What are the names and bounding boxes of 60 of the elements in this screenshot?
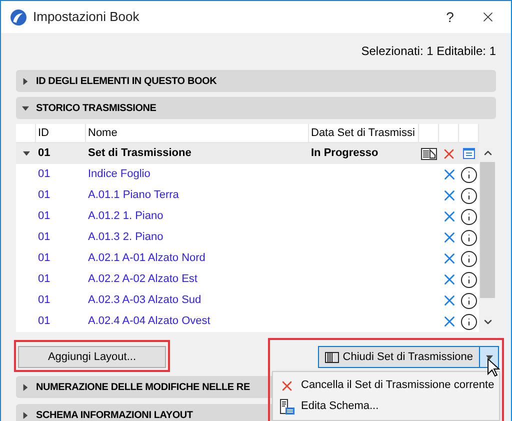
group-row[interactable]: 01 Set di Trasmissione In Progresso <box>16 143 480 164</box>
section-header[interactable]: ID DEGLI ELEMENTI IN QUESTO BOOK <box>16 70 496 92</box>
section-title: ID DEGLI ELEMENTI IN QUESTO BOOK <box>36 74 217 88</box>
section-header[interactable]: STORICO TRASMISSIONE <box>16 97 496 119</box>
table-row[interactable]: 01 A.02.3 A-03 Alzato Sud <box>16 290 480 311</box>
add-layout-button[interactable]: Aggiungi Layout... <box>18 346 166 368</box>
table-row[interactable]: 01 A.01.1 Piano Terra <box>16 185 480 206</box>
table-cell-text: In Progresso <box>310 146 380 162</box>
table-cell-text: Set di Trasmissione <box>87 146 192 162</box>
table-cell-text: 01 <box>37 314 52 330</box>
mouse-cursor-icon <box>487 358 500 377</box>
close-set-split-button[interactable]: Chiudi Set di Trasmissione <box>318 346 499 368</box>
table-cell-text: A.02.3 A-03 Alzato Sud <box>87 293 202 308</box>
menu-item[interactable]: Edita Schema... <box>273 396 499 417</box>
info-icon[interactable] <box>460 312 478 330</box>
column-header[interactable]: Nome <box>86 124 309 142</box>
table-cell-text: A.01.1 Piano Terra <box>87 188 180 204</box>
section-title: NUMERAZIONE DELLE MODIFICHE NELLE RE <box>36 380 250 394</box>
table-cell-text: A.02.4 A-04 Alzato Ovest <box>87 314 212 330</box>
table-cell-text: A.01.3 2. Piano <box>87 230 164 246</box>
section-title: STORICO TRASMISSIONE <box>36 102 156 116</box>
table-row[interactable]: 01 A.02.4 A-04 Alzato Ovest <box>16 311 480 332</box>
table-cell-text: 01 <box>37 188 52 204</box>
table-row[interactable]: 01 A.01.2 1. Piano <box>16 206 480 227</box>
table-cell-text: 01 <box>37 167 52 182</box>
column-header[interactable]: Data Set di Trasmissi <box>309 124 419 142</box>
list-icon[interactable] <box>463 148 475 159</box>
info-icon[interactable] <box>460 166 478 184</box>
table-cell-text: 01 <box>37 146 52 162</box>
table-cell-text: 01 <box>37 209 52 224</box>
table-row[interactable]: 01 A.01.3 2. Piano <box>16 227 480 248</box>
section-title: SCHEMA INFORMAZIONI LAYOUT <box>36 408 193 421</box>
info-icon[interactable] <box>460 292 478 310</box>
window-title: Impostazioni Book <box>33 8 140 26</box>
close-set-button[interactable]: Chiudi Set di Trasmissione <box>318 347 479 367</box>
table-cell-text: 01 <box>37 293 52 308</box>
table-cell-text: A.01.2 1. Piano <box>87 209 164 224</box>
info-icon[interactable] <box>460 208 478 226</box>
table-cell-text: Indice Foglio <box>87 167 152 182</box>
column-header[interactable]: ID <box>36 124 86 142</box>
scroll-thumb[interactable] <box>480 162 496 298</box>
table-row[interactable]: 01 A.02.1 A-01 Alzato Nord <box>16 248 480 269</box>
table-cell-text: 01 <box>37 251 52 266</box>
table-cell-text: 01 <box>37 230 52 246</box>
selection-info: Selezionati: 1 Editabile: 1 <box>361 44 496 59</box>
info-icon[interactable] <box>460 228 478 246</box>
info-icon[interactable] <box>460 250 478 268</box>
sheet-icon[interactable] <box>421 148 437 160</box>
info-icon[interactable] <box>460 270 478 288</box>
app-logo-icon <box>10 8 27 26</box>
columns-icon <box>324 352 339 362</box>
table-cell-text: 01 <box>37 272 52 288</box>
menu-item[interactable]: Cancella il Set di Trasmissione corrente <box>273 375 499 396</box>
table-row[interactable]: 01 Indice Foglio <box>16 164 480 185</box>
document-list-icon <box>279 398 295 414</box>
table-row[interactable]: 01 A.02.2 A-02 Alzato Est <box>16 269 480 290</box>
table-cell-text: A.02.2 A-02 Alzato Est <box>87 272 198 288</box>
table-cell-text: A.02.1 A-01 Alzato Nord <box>87 251 206 266</box>
info-icon[interactable] <box>460 186 478 204</box>
help-button[interactable]: ? <box>435 6 465 28</box>
